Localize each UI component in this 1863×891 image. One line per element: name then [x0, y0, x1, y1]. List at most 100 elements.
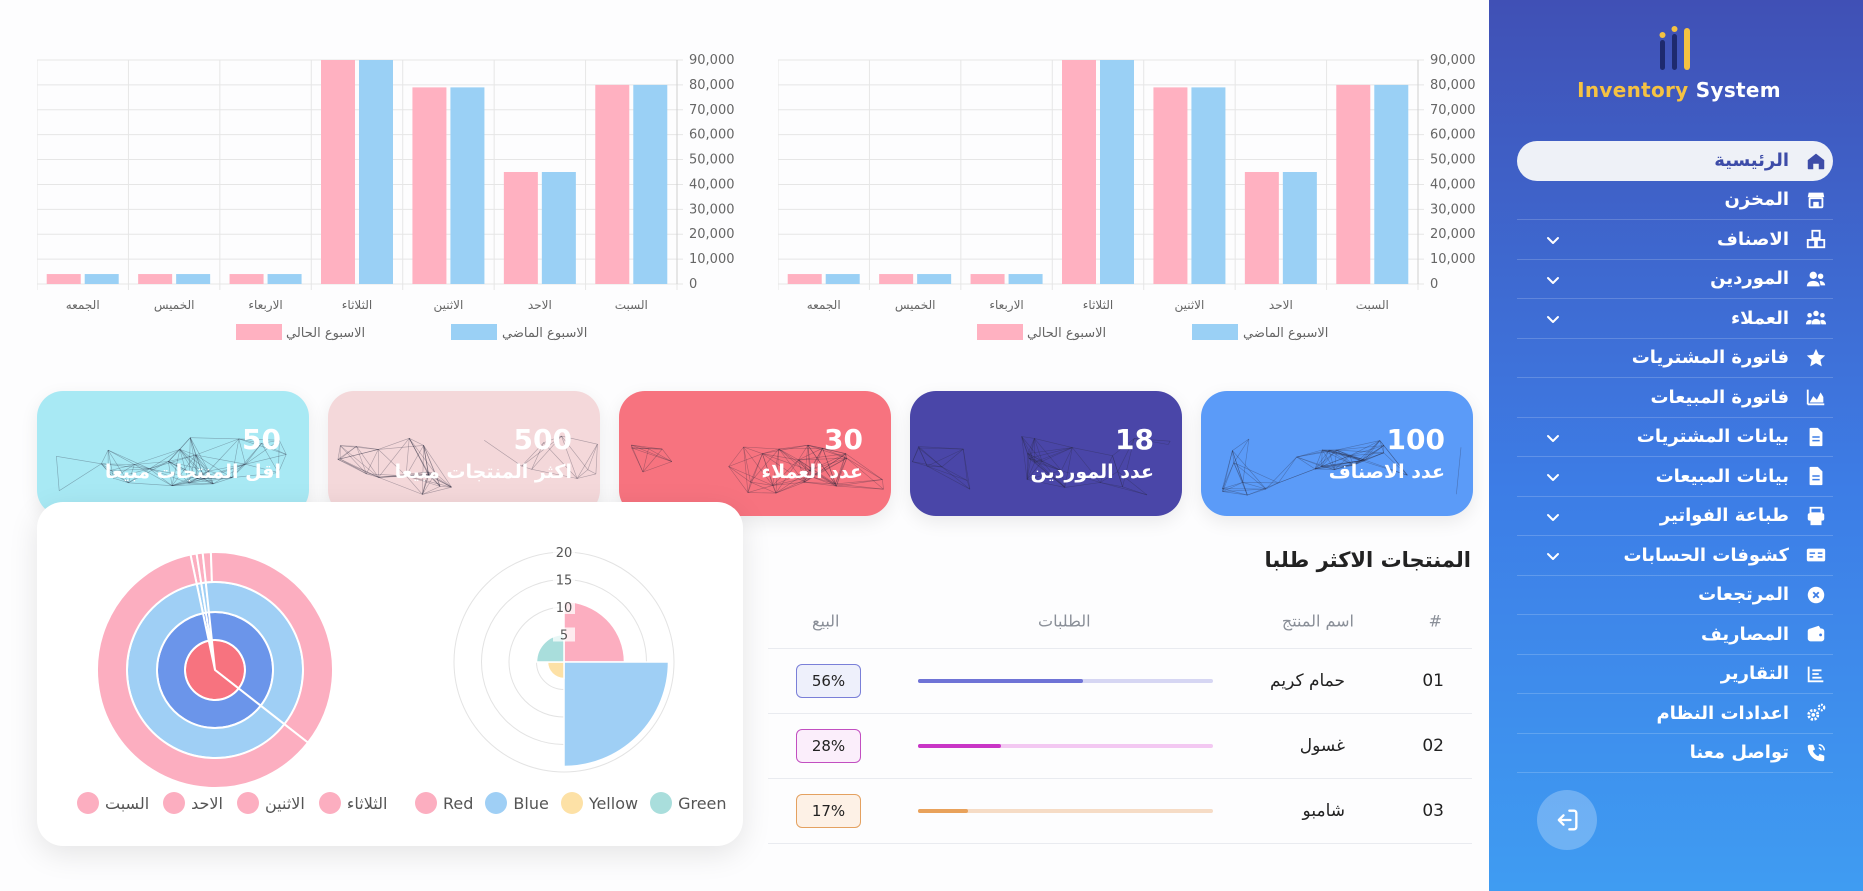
y-tick-label: 90,000	[1430, 53, 1476, 68]
stat-value: 500	[513, 423, 572, 456]
sidebar-item-label: تواصل معنا	[1689, 742, 1789, 764]
legend-label: الاسبوع الحالي	[286, 326, 365, 341]
y-tick-label: 70,000	[1430, 103, 1476, 118]
sidebar-item-14[interactable]: اعدادات النظام	[1517, 694, 1833, 734]
sidebar-item-6[interactable]: فاتورة المبيعات	[1517, 378, 1833, 418]
legend-item[interactable]: الثلاثاء	[318, 792, 387, 814]
chevron-down-icon[interactable]	[1545, 311, 1561, 327]
bar-current	[138, 274, 173, 284]
polar-area-chart: 5 10 15 20	[453, 545, 675, 773]
x-tick-label: الثلاثاء	[342, 298, 372, 312]
orders-progress-track	[918, 679, 1213, 683]
logout-button[interactable]	[1537, 790, 1597, 850]
gears-icon	[1803, 700, 1829, 726]
app-name-part2: System	[1688, 78, 1781, 102]
sidebar-item-12[interactable]: المصاريف	[1517, 615, 1833, 655]
legend-item[interactable]: السبت	[77, 792, 149, 814]
stat-card-1[interactable]: 18 عدد الموردين	[910, 391, 1182, 516]
header-sales: البيع	[812, 611, 840, 631]
sales-percent-badge: 17%	[796, 794, 861, 828]
sidebar-item-1[interactable]: المخزن	[1517, 181, 1833, 220]
x-tick-label: الجمعه	[66, 298, 100, 312]
row-num: 02	[1422, 736, 1444, 756]
y-tick-label: 50,000	[1430, 153, 1476, 168]
sidebar-item-9[interactable]: طباعة الفواتير	[1517, 497, 1833, 536]
legend-dot	[560, 792, 583, 814]
table-row[interactable]: 02 غسول 28%	[768, 714, 1472, 779]
x-tick-label: الخميس	[895, 298, 936, 313]
legend-item[interactable]: Green	[650, 792, 727, 814]
app-name: Inventory System	[1559, 78, 1799, 102]
sidebar-item-8[interactable]: بيانات المبيعات	[1517, 457, 1833, 497]
sidebar-item-2[interactable]: الاصناف	[1517, 220, 1833, 260]
sidebar-item-5[interactable]: فاتورة المشتريات	[1517, 339, 1833, 378]
list-icon	[1803, 661, 1829, 687]
doughnut-legend: السبت الاحد الاثنين الثلاثاء	[77, 792, 387, 814]
bar-current	[970, 274, 1005, 284]
legend-label: السبت	[105, 793, 150, 813]
polar-legend: Red Blue Yellow Green	[415, 792, 727, 814]
y-tick-label: 0	[689, 277, 697, 292]
table-row[interactable]: 01 حمام كريم 56%	[768, 649, 1472, 714]
file-icon	[1803, 463, 1829, 489]
radial-tick-label: 15	[556, 574, 573, 589]
chevron-down-icon[interactable]	[1545, 509, 1561, 525]
legend-item[interactable]: الاثنين	[237, 792, 305, 814]
user-group-icon	[1803, 305, 1829, 331]
legend-item[interactable]: الاحد	[163, 792, 223, 814]
legend-label: Blue	[513, 793, 549, 813]
chevron-down-icon[interactable]	[1545, 430, 1561, 446]
bar-previous	[359, 60, 393, 284]
sidebar-item-15[interactable]: تواصل معنا	[1517, 734, 1833, 773]
header-name: اسم المنتج	[1281, 611, 1354, 631]
legend-dot	[318, 792, 341, 814]
sidebar-item-label: المخزن	[1724, 189, 1789, 211]
stat-label: عدد العملاء	[761, 461, 863, 483]
x-tick-label: الاثنين	[433, 298, 463, 313]
stat-card-3[interactable]: 500 اكثر المنتجات مبيعا	[328, 391, 600, 516]
y-tick-label: 40,000	[1430, 177, 1476, 192]
bar-previous	[1008, 274, 1043, 284]
legend-swatch	[236, 324, 282, 340]
bar-current	[1336, 84, 1371, 284]
stat-label: عدد الاصناف	[1328, 461, 1445, 483]
x-tick-label: الاربعاء	[989, 298, 1023, 313]
row-num: 01	[1422, 671, 1444, 691]
legend-dot	[163, 792, 186, 814]
dashboard-page: Inventory System الرئيسية المخزن الاصناف ال…	[0, 0, 1863, 891]
sidebar-item-3[interactable]: الموردين	[1517, 260, 1833, 299]
bar-previous	[633, 84, 668, 284]
sidebar-item-11[interactable]: المرتجعات	[1517, 576, 1833, 615]
sidebar-item-label: المرتجعات	[1698, 584, 1789, 606]
sidebar-item-7[interactable]: بيانات المشتريات	[1517, 418, 1833, 457]
chevron-down-icon[interactable]	[1545, 232, 1561, 248]
products-table: # اسم المنتج الطلبات البيع 01 حمام كريم 56…	[768, 594, 1472, 844]
stat-card-2[interactable]: 30 عدد العملاء	[619, 391, 891, 516]
bar-previous	[84, 274, 119, 284]
chevron-down-icon[interactable]	[1545, 469, 1561, 485]
bar-previous	[541, 172, 576, 284]
sidebar-item-label: التقارير	[1720, 663, 1789, 685]
chevron-down-icon[interactable]	[1545, 272, 1561, 288]
sidebar-item-10[interactable]: كشوفات الحسابات	[1517, 536, 1833, 576]
stat-card-4[interactable]: 50 اقل المنتجات مبيعا	[37, 391, 309, 516]
sidebar-item-0[interactable]: الرئيسية	[1517, 141, 1833, 181]
stat-card-0[interactable]: 100 عدد الاصناف	[1201, 391, 1473, 516]
sidebar-item-label: فاتورة المشتريات	[1631, 347, 1789, 369]
legend-item[interactable]: Blue	[485, 792, 549, 814]
app-logo[interactable]: Inventory System	[1559, 26, 1799, 106]
legend-label: الاحد	[191, 793, 223, 813]
chevron-down-icon[interactable]	[1545, 548, 1561, 564]
sidebar-item-label: كشوفات الحسابات	[1623, 544, 1789, 566]
star-icon	[1803, 345, 1829, 371]
legend-label: الاسبوع الماضي	[1243, 326, 1328, 341]
table-row[interactable]: 03 شامبو 17%	[768, 779, 1472, 844]
legend-item[interactable]: Red	[415, 792, 473, 814]
sidebar-item-13[interactable]: التقارير	[1517, 655, 1833, 694]
bar-current	[595, 84, 630, 284]
sidebar-item-4[interactable]: العملاء	[1517, 299, 1833, 339]
legend-item[interactable]: Yellow	[560, 792, 638, 814]
bar-current	[321, 60, 355, 284]
header-num: #	[1428, 611, 1442, 631]
polar-segment	[563, 661, 670, 768]
